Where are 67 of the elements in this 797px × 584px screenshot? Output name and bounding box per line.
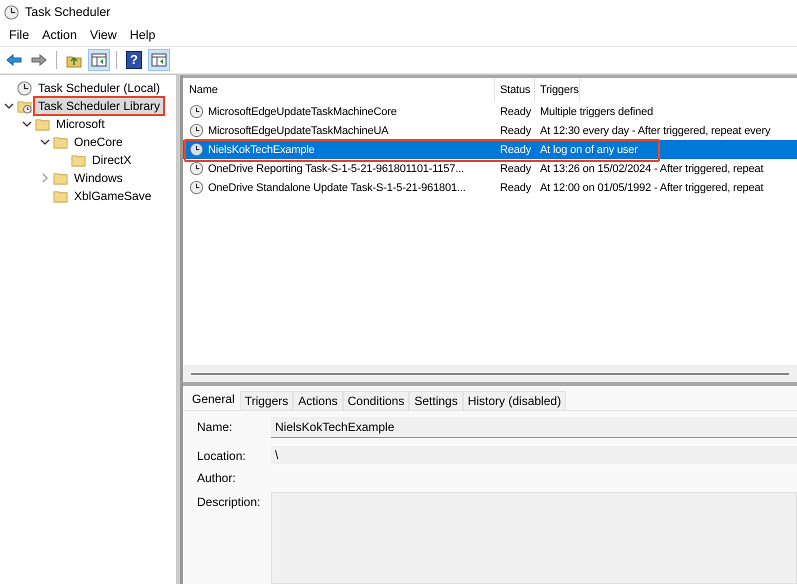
pane-toggle-button[interactable]	[88, 49, 110, 71]
pane-toggle-button[interactable]	[148, 49, 170, 71]
left-arrow-icon	[6, 52, 22, 68]
clock-icon	[189, 104, 204, 119]
tree-item[interactable]: Windows	[71, 170, 126, 186]
task-status: Ready	[499, 144, 532, 156]
clock-icon	[189, 161, 204, 176]
folder-icon	[35, 116, 50, 132]
tree-item[interactable]: Task Scheduler (Local)	[35, 80, 164, 96]
menu-item[interactable]: Action	[37, 28, 85, 42]
field-label: Description:	[197, 494, 262, 509]
help-button[interactable]: ?	[123, 49, 145, 71]
task-status: Ready	[499, 124, 532, 136]
clock-icon	[17, 80, 32, 96]
task-status: Ready	[499, 162, 532, 174]
clock-icon	[189, 142, 204, 157]
task-triggers: At 12:00 on 01/05/1992 - After triggered, repeat	[539, 182, 764, 194]
task-name[interactable]: MicrosoftEdgeUpdateTaskMachineUA	[204, 124, 495, 136]
folder-icon	[53, 188, 68, 204]
task-name[interactable]: OneDrive Standalone Update Task-S-1-5-21-961801...	[204, 182, 495, 194]
task-name[interactable]: MicrosoftEdgeUpdateTaskMachineCore	[204, 106, 495, 118]
tree-item[interactable]: OneCore	[71, 134, 126, 150]
task-name[interactable]: NielsKokTechExample	[204, 144, 495, 156]
folder-icon	[53, 134, 68, 150]
column-header[interactable]: Name	[183, 78, 495, 102]
location-value: \	[271, 446, 797, 464]
pane-icon	[151, 52, 167, 68]
folder-clock-icon	[17, 98, 32, 114]
field-label: Location:	[197, 448, 247, 463]
column-header[interactable]: Status	[495, 78, 535, 102]
tree-item[interactable]: Task Scheduler Library	[35, 98, 164, 114]
chevron-down-icon[interactable]	[22, 119, 32, 129]
tree-item[interactable]: XblGameSave	[71, 188, 154, 204]
menu-item[interactable]: Help	[124, 28, 164, 42]
tab[interactable]: Conditions	[342, 391, 410, 410]
name-field[interactable]: NielsKokTechExample	[271, 417, 797, 438]
task-name[interactable]: OneDrive Reporting Task-S-1-5-21-961801101-1157...	[204, 162, 495, 174]
horizontal-scrollbar[interactable]	[183, 365, 797, 382]
task-triggers: At log on of any user	[539, 144, 638, 156]
tree-item[interactable]: DirectX	[89, 152, 134, 168]
tab[interactable]: Triggers	[240, 391, 294, 410]
task-triggers: At 12:30 every day - After triggered, repeat every	[539, 124, 770, 136]
tab[interactable]: History (disabled)	[462, 391, 566, 410]
task-status: Ready	[499, 182, 532, 194]
task-triggers: Multiple triggers defined	[539, 106, 654, 118]
chevron-right-icon[interactable]	[40, 173, 50, 183]
window-title: Task Scheduler	[25, 5, 110, 19]
menu-item[interactable]: File	[4, 28, 38, 42]
field-label: Name:	[197, 419, 234, 434]
tab[interactable]: Settings	[409, 391, 463, 410]
menu-item[interactable]: View	[84, 28, 125, 42]
folder-icon	[71, 152, 86, 168]
column-header[interactable]: Triggers	[535, 78, 580, 102]
chevron-down-icon[interactable]	[4, 101, 14, 111]
pane-icon	[91, 52, 107, 68]
task-triggers: At 13:26 on 15/02/2024 - After triggered, repeat	[539, 162, 764, 174]
task-status: Ready	[499, 106, 532, 118]
clock-icon	[189, 123, 204, 138]
folder-icon	[53, 170, 68, 186]
description-field[interactable]	[271, 492, 797, 584]
chevron-down-icon[interactable]	[40, 137, 50, 147]
tab[interactable]: Actions	[293, 391, 343, 410]
clock-icon	[4, 4, 19, 20]
tree-item[interactable]: Microsoft	[53, 116, 108, 132]
right-arrow-icon	[31, 52, 47, 68]
field-label: Author:	[197, 470, 237, 485]
clock-icon	[189, 180, 204, 195]
